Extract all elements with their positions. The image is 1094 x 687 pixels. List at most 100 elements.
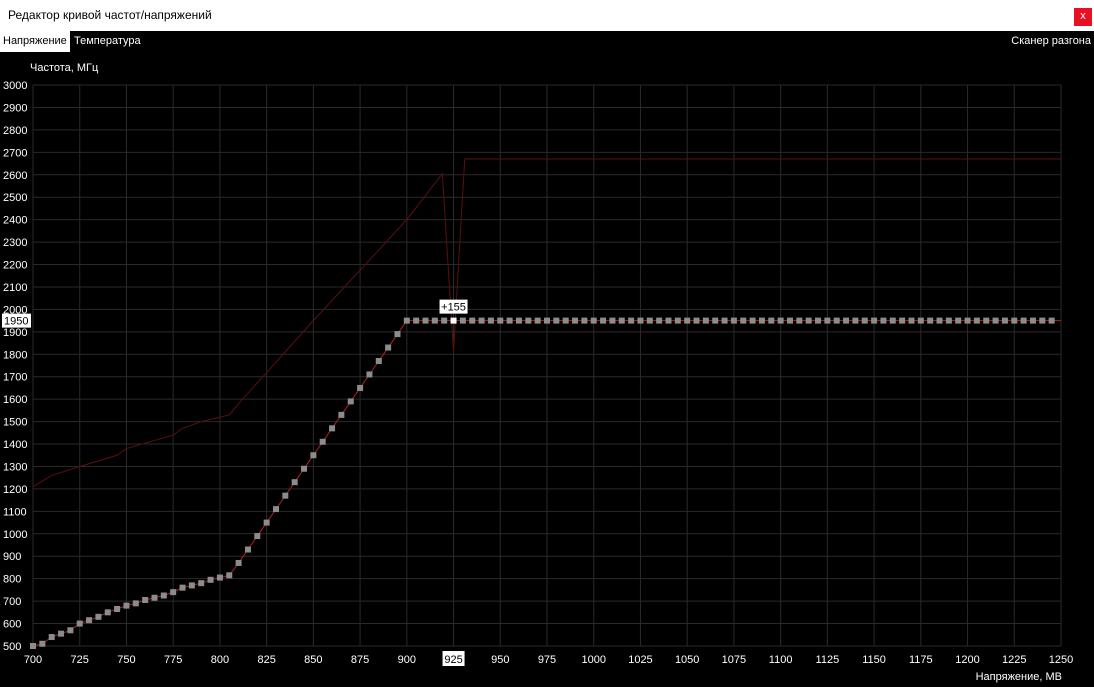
curve-point[interactable] [319, 438, 326, 445]
curve-point[interactable] [618, 317, 625, 324]
curve-point[interactable] [282, 492, 289, 499]
curve-point[interactable] [730, 317, 737, 324]
selected-point[interactable] [450, 317, 457, 324]
curve-point[interactable] [104, 609, 111, 616]
curve-point[interactable] [459, 317, 466, 324]
curve-point[interactable] [263, 519, 270, 526]
curve-point[interactable] [544, 317, 550, 324]
curve-point[interactable] [58, 630, 65, 637]
curve-point[interactable] [712, 317, 719, 324]
curve-point[interactable] [684, 317, 691, 324]
curve-point[interactable] [992, 317, 999, 324]
curve-point[interactable] [562, 317, 569, 324]
curve-point[interactable] [871, 317, 878, 324]
curve-point[interactable] [590, 317, 597, 324]
curve-point[interactable] [665, 317, 672, 324]
curve-point[interactable] [628, 317, 635, 324]
curve-point[interactable] [469, 317, 476, 324]
curve-point[interactable] [917, 317, 924, 324]
tab-temperature[interactable]: Температура [71, 31, 144, 52]
curve-point[interactable] [188, 582, 195, 589]
curve-point[interactable] [740, 317, 747, 324]
curve-point[interactable] [889, 317, 896, 324]
curve-point[interactable] [95, 613, 102, 620]
curve-point[interactable] [76, 620, 83, 627]
vf-curve-chart[interactable]: 500 600 700 800 900 1000 1100 1200 1300 1400 1500 1… [0, 52, 1094, 687]
curve-point[interactable] [403, 317, 410, 324]
curve-point[interactable] [515, 317, 522, 324]
curve-point[interactable] [758, 317, 765, 324]
curve-point[interactable] [431, 317, 438, 324]
curve-point[interactable] [843, 317, 850, 324]
curve-point[interactable] [357, 384, 364, 391]
curve-point[interactable] [534, 317, 541, 324]
curve-point[interactable] [160, 592, 167, 599]
curve-point[interactable] [964, 317, 971, 324]
vf-curve-svg[interactable]: 500 600 700 800 900 1000 1100 1200 1300 1400 1500 1… [0, 52, 1094, 687]
curve-point[interactable] [955, 317, 962, 324]
curve-point[interactable] [170, 589, 177, 596]
curve-point[interactable] [983, 317, 990, 324]
curve-point[interactable] [366, 371, 373, 378]
curve-point[interactable] [244, 546, 251, 553]
curve-point[interactable] [375, 358, 382, 365]
curve-point[interactable] [721, 317, 728, 324]
curve-point[interactable] [272, 506, 279, 513]
curve-point[interactable] [1020, 317, 1027, 324]
curve-point[interactable] [702, 317, 709, 324]
curve-point[interactable] [441, 317, 448, 324]
tab-voltage[interactable]: Напряжение [0, 31, 70, 52]
curve-point[interactable] [852, 317, 859, 324]
curve-point[interactable] [142, 596, 149, 603]
curve-point[interactable] [572, 317, 579, 324]
curve-point[interactable] [385, 344, 392, 351]
curve-point[interactable] [338, 411, 345, 418]
curve-point[interactable] [497, 317, 504, 324]
curve-point[interactable] [600, 317, 607, 324]
curve-point[interactable] [487, 317, 494, 324]
curve-point[interactable] [67, 627, 74, 634]
curve-point[interactable] [301, 465, 308, 472]
curve-point[interactable] [1029, 317, 1036, 324]
curve-point[interactable] [805, 317, 812, 324]
curve-point[interactable] [1048, 317, 1055, 324]
curve-point[interactable] [674, 317, 681, 324]
curve-point[interactable] [254, 533, 261, 540]
curve-point[interactable] [86, 617, 93, 624]
curve-point[interactable] [786, 317, 793, 324]
curve-point[interactable] [114, 605, 121, 612]
curve-point[interactable] [310, 452, 317, 459]
curve-point[interactable] [1039, 317, 1046, 324]
curve-point[interactable] [235, 559, 242, 566]
curve-point[interactable] [151, 594, 158, 601]
curve-point[interactable] [945, 317, 952, 324]
curve-point[interactable] [132, 600, 139, 607]
overclock-scanner-button[interactable]: Сканер разгона [1011, 31, 1091, 52]
curve-point[interactable] [478, 317, 485, 324]
curve-point[interactable] [609, 317, 616, 324]
curve-point[interactable] [123, 602, 130, 609]
curve-point[interactable] [48, 634, 55, 641]
curve-point[interactable] [861, 317, 868, 324]
curve-point[interactable] [749, 317, 756, 324]
curve-point[interactable] [525, 317, 532, 324]
curve-point[interactable] [908, 317, 915, 324]
curve-point[interactable] [506, 317, 513, 324]
curve-point[interactable] [796, 317, 803, 324]
curve-point[interactable] [833, 317, 840, 324]
curve-point[interactable] [216, 574, 223, 581]
curve-point[interactable] [394, 331, 401, 338]
curve-point[interactable] [226, 572, 233, 579]
curve-point[interactable] [927, 317, 934, 324]
curve-point[interactable] [815, 317, 822, 324]
curve-point[interactable] [693, 317, 700, 324]
curve-point[interactable] [291, 479, 298, 486]
curve-point[interactable] [656, 317, 663, 324]
curve-point[interactable] [198, 580, 205, 587]
curve-point[interactable] [899, 317, 906, 324]
curve-point[interactable] [347, 398, 354, 405]
curve-point[interactable] [936, 317, 943, 324]
curve-point[interactable] [30, 643, 36, 649]
curve-point[interactable] [422, 317, 429, 324]
curve-point[interactable] [1011, 317, 1018, 324]
